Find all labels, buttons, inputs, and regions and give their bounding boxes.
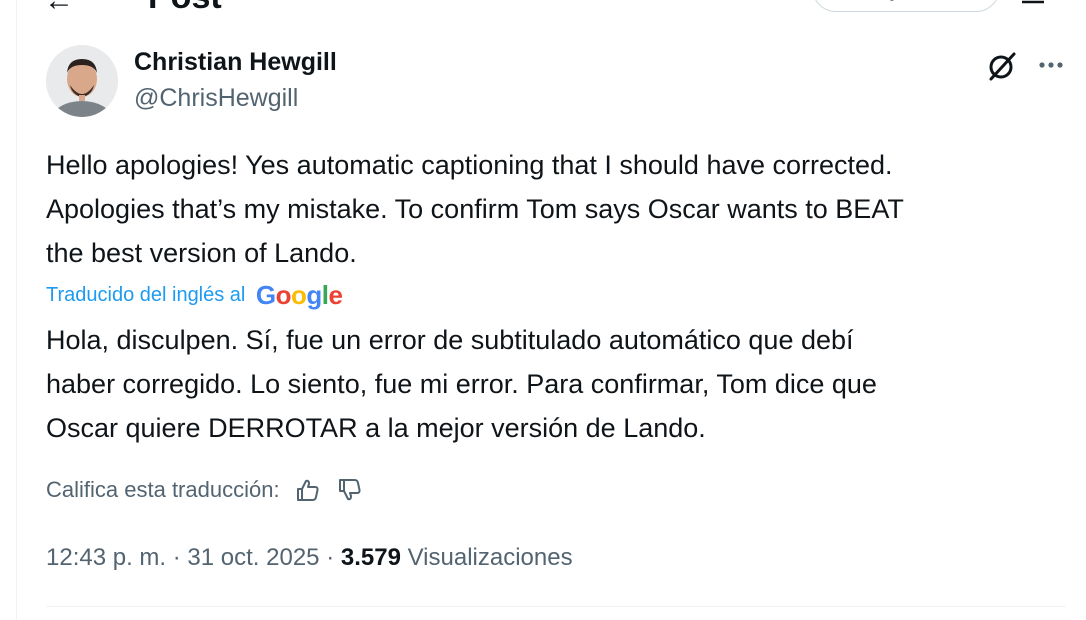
- post-meta: 12:43 p. m. · 31 oct. 2025 · 3.579 Visua…: [46, 544, 573, 572]
- google-letter: o: [290, 280, 307, 310]
- translated-text-line: Hola, disculpen. Sí, fue un error de sub…: [46, 325, 854, 355]
- google-letter: g: [306, 280, 322, 310]
- translated-text-line: Oscar quiere DERROTAR a la mejor versión…: [46, 413, 706, 443]
- more-icon[interactable]: [1036, 50, 1066, 80]
- post-date[interactable]: 31 oct. 2025: [187, 544, 319, 571]
- google-logo: Google: [256, 280, 343, 311]
- rate-label: Califica esta traducción:: [46, 477, 280, 502]
- thumbs-down-icon[interactable]: [336, 476, 364, 504]
- avatar-image: [46, 45, 118, 117]
- meta-separator: ·: [172, 544, 181, 571]
- google-letter: G: [255, 280, 276, 310]
- google-letter: o: [275, 280, 292, 310]
- post-text: Hello apologies! Yes automatic captionin…: [46, 143, 1056, 275]
- top-bar: ← Post Responder: [0, 0, 1086, 18]
- meta-separator: ·: [326, 544, 335, 571]
- reply-button[interactable]: Responder: [812, 0, 1000, 12]
- translated-label[interactable]: Traducido del inglés al: [46, 284, 245, 306]
- column-divider: [16, 0, 17, 620]
- translated-text-line: haber corregido. Lo siento, fue mi error…: [46, 369, 877, 399]
- post-text-line: Hello apologies! Yes automatic captionin…: [46, 150, 893, 180]
- divider: [46, 606, 1066, 607]
- post-text-line: the best version of Lando.: [46, 238, 357, 268]
- grok-icon[interactable]: [984, 48, 1020, 84]
- avatar[interactable]: [46, 45, 118, 117]
- author-name[interactable]: Christian Hewgill: [134, 48, 337, 77]
- google-letter: e: [328, 280, 343, 310]
- arrow-left-icon[interactable]: ←: [44, 0, 74, 18]
- views-count: 3.579: [340, 544, 401, 571]
- translation-attribution: Traducido del inglés al Google: [46, 280, 343, 311]
- author-handle[interactable]: @ChrisHewgill: [134, 84, 298, 113]
- page-title: Post: [148, 0, 222, 17]
- google-wordmark: Google: [256, 280, 343, 310]
- post-text-line: Apologies that’s my mistake. To confirm …: [46, 194, 904, 224]
- views-label: Visualizaciones: [407, 544, 573, 571]
- settings-icon[interactable]: [1018, 0, 1048, 6]
- thumbs-up-icon[interactable]: [294, 476, 322, 504]
- translated-text: Hola, disculpen. Sí, fue un error de sub…: [46, 318, 1056, 450]
- post-time[interactable]: 12:43 p. m.: [46, 544, 166, 571]
- rate-translation: Califica esta traducción:: [46, 476, 364, 510]
